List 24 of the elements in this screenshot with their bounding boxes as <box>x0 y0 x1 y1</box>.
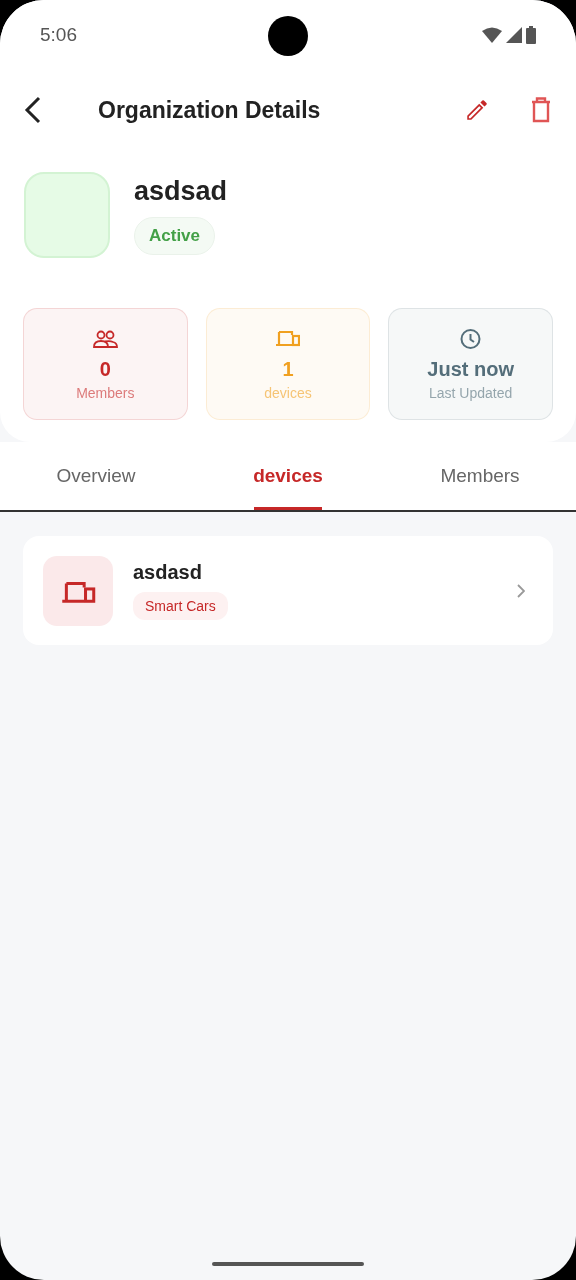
organization-name: asdsad <box>134 176 228 207</box>
page-title: Organization Details <box>98 96 322 124</box>
wifi-icon <box>482 27 502 43</box>
back-icon[interactable] <box>24 96 42 124</box>
stat-label: Last Updated <box>429 384 513 401</box>
tab[interactable]: Members <box>384 442 576 510</box>
battery-icon <box>526 26 536 44</box>
chevron-right-icon <box>517 583 525 598</box>
device-card[interactable]: asdasd Smart Cars <box>23 536 553 645</box>
device-name: asdasd <box>133 561 202 584</box>
signal-icon <box>506 27 522 43</box>
stat-label: devices <box>264 384 312 401</box>
status-time: 5:06 <box>40 24 77 46</box>
stat-value: 1 <box>282 357 294 381</box>
tab[interactable]: devices <box>192 442 384 510</box>
tab[interactable]: Overview <box>0 442 192 510</box>
stat-label: Members <box>76 384 135 401</box>
camera-hole <box>268 16 308 56</box>
trash-icon[interactable] <box>530 97 552 123</box>
stat-value: 0 <box>99 357 111 381</box>
pencil-icon[interactable] <box>464 97 490 123</box>
category-badge: Smart Cars <box>133 592 228 620</box>
stat-value: Just now <box>427 357 514 381</box>
status-badge: Active <box>134 217 216 255</box>
